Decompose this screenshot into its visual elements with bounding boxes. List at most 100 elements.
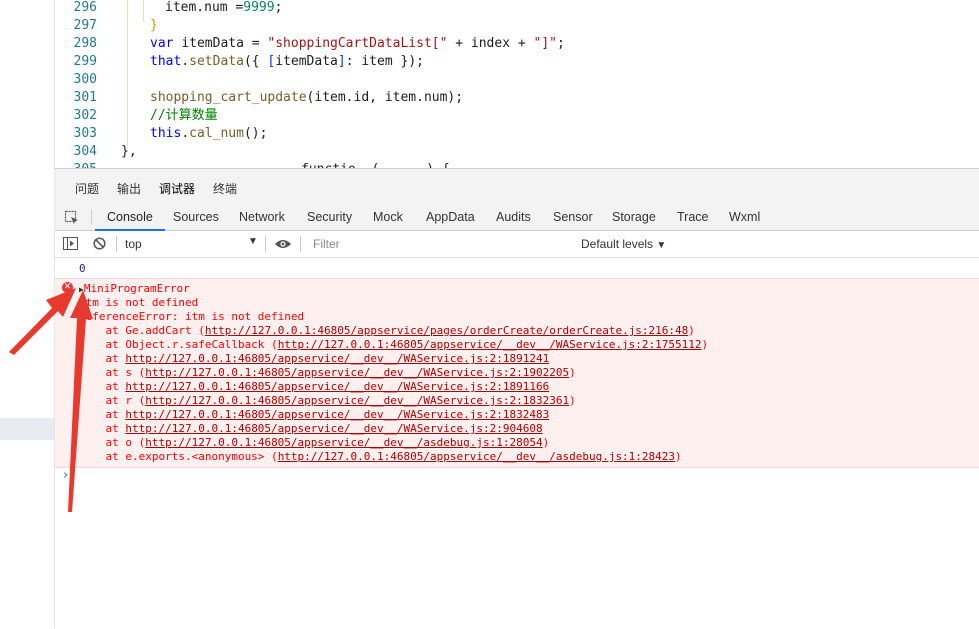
context-dropdown-icon[interactable]: ▼ <box>248 236 258 247</box>
stack-frame-suffix: ) <box>569 394 576 407</box>
stack-frame: at Ge.addCart (http://127.0.0.1:46805/ap… <box>79 324 695 338</box>
error-message: itm is not defined <box>79 296 199 309</box>
stack-frame-link[interactable]: http://127.0.0.1:46805/appservice/__dev_… <box>278 450 675 463</box>
error-title-row[interactable]: ▶MiniProgramError <box>79 282 190 296</box>
filter-divider-3 <box>300 236 301 252</box>
console-result-row: 0 <box>55 258 979 279</box>
tab-storage[interactable]: Storage <box>612 210 656 224</box>
code-token: "shoppingCartDataList[" <box>267 36 448 51</box>
line-number: 296 <box>73 0 97 15</box>
tab-network[interactable]: Network <box>239 210 285 224</box>
stack-frame: at Object.r.safeCallback (http://127.0.0… <box>79 338 708 352</box>
stack-frame-link[interactable]: http://127.0.0.1:46805/appservice/__dev_… <box>125 422 542 435</box>
code-line[interactable]: 296 item.num =9999; <box>55 0 979 17</box>
code-token: (item.id, item.num); <box>306 90 464 105</box>
sidebar-selected-row[interactable] <box>0 418 54 440</box>
sidebar-toggle-icon[interactable] <box>63 237 78 250</box>
tab-debugger[interactable]: 调试器 <box>159 180 196 208</box>
stack-frame-link[interactable]: http://127.0.0.1:46805/appservice/__dev_… <box>145 366 569 379</box>
code-token: }, <box>121 144 137 159</box>
code-line[interactable]: 303 this.cal_num(); <box>55 125 979 143</box>
console-prompt[interactable]: › <box>63 468 68 483</box>
log-levels-label: Default levels <box>581 237 654 251</box>
inspect-element-icon[interactable] <box>64 210 80 226</box>
code-token: ] <box>337 54 346 69</box>
console-filter-bar: top ▼ Default levels ▼ <box>55 231 979 258</box>
stack-frame: at r (http://127.0.0.1:46805/appservice/… <box>79 394 576 408</box>
line-number: 299 <box>73 54 97 69</box>
code-line[interactable]: 301 shopping_cart_update(item.id, item.nu… <box>55 89 979 107</box>
code-token: item.num <box>165 0 236 15</box>
tab-audits[interactable]: Audits <box>496 210 531 224</box>
stack-frame: at http://127.0.0.1:46805/appservice/__d… <box>79 422 542 436</box>
code-token: . <box>181 126 190 141</box>
tab-trace[interactable]: Trace <box>677 210 709 224</box>
code-line[interactable]: 297} <box>55 17 979 35</box>
console-filter-input[interactable] <box>307 234 577 253</box>
stack-frame: at http://127.0.0.1:46805/appservice/__d… <box>79 380 549 394</box>
tab-sensor[interactable]: Sensor <box>553 210 593 224</box>
stack-frame-link[interactable]: http://127.0.0.1:46805/appservice/__dev_… <box>125 352 549 365</box>
code-token: + index + <box>447 36 534 51</box>
code-token: : item }); <box>345 54 424 69</box>
code-text: //计算数量 <box>150 107 218 125</box>
tab-security[interactable]: Security <box>307 210 352 224</box>
code-token: this <box>150 126 182 141</box>
code-text: } <box>150 17 158 35</box>
code-line[interactable]: 298 var itemData = "shoppingCartDataList[… <box>55 35 979 53</box>
tab-problems[interactable]: 问题 <box>75 180 99 197</box>
error-title: MiniProgramError <box>83 282 190 295</box>
code-editor[interactable]: 296 item.num =9999; 297} 298 var itemData = … <box>55 0 979 168</box>
tab-output[interactable]: 输出 <box>117 180 141 197</box>
code-token: 9999 <box>243 0 275 15</box>
code-line[interactable]: 299 that.setData({ [itemData]: item }); <box>55 53 979 71</box>
code-token: setData <box>189 54 244 69</box>
filter-divider-2 <box>265 236 266 252</box>
stack-frame-link[interactable]: http://127.0.0.1:46805/appservice/__dev_… <box>125 380 549 393</box>
tab-wxml[interactable]: Wxml <box>729 210 760 224</box>
tab-sources[interactable]: Sources <box>173 210 219 224</box>
code-token: } <box>150 18 158 33</box>
tab-appdata[interactable]: AppData <box>426 210 475 224</box>
code-token: that <box>150 54 182 69</box>
code-text: }, <box>121 143 137 161</box>
code-line[interactable]: 300 <box>55 71 979 89</box>
line-number: 300 <box>73 72 97 87</box>
context-selector[interactable]: top <box>125 237 142 251</box>
stack-frame: at e.exports.<anonymous> (http://127.0.0… <box>79 450 682 464</box>
tab-console[interactable]: Console <box>95 210 165 231</box>
log-levels-dropdown[interactable]: Default levels ▼ <box>581 237 666 251</box>
stack-frame-link[interactable]: http://127.0.0.1:46805/appservice/__dev_… <box>125 408 549 421</box>
tab-terminal[interactable]: 终端 <box>213 180 237 197</box>
tab-mock[interactable]: Mock <box>373 210 403 224</box>
code-text: var itemData = "shoppingCartDataList[" +… <box>150 35 565 53</box>
clear-console-icon[interactable] <box>93 237 106 250</box>
stack-frame-link[interactable]: http://127.0.0.1:46805/appservice/__dev_… <box>278 338 702 351</box>
code-token: "]" <box>533 36 557 51</box>
error-reference: ReferenceError: itm is not defined <box>79 310 305 323</box>
code-token: ; <box>274 0 283 15</box>
stack-frame-label: at s ( <box>79 366 146 379</box>
code-token: ; <box>557 36 565 51</box>
stack-frame: at o (http://127.0.0.1:46805/appservice/… <box>79 436 549 450</box>
eye-icon[interactable] <box>274 238 292 250</box>
code-text: this.cal_num(); <box>150 125 267 143</box>
stack-frame-label: at Ge.addCart ( <box>79 324 205 337</box>
indent-guide <box>127 0 128 148</box>
stack-frame-label: at r ( <box>79 394 146 407</box>
stack-frame-link[interactable]: http://127.0.0.1:46805/appservice/__dev_… <box>145 394 569 407</box>
code-token: ({ <box>243 54 268 69</box>
error-icon: ✕ <box>62 282 73 293</box>
code-text: ... functio ( ... ) { <box>121 161 450 168</box>
code-line[interactable]: 304}, <box>55 143 979 161</box>
stack-frame-suffix: ) <box>675 450 682 463</box>
stack-frame-link[interactable]: http://127.0.0.1:46805/appservice/__dev_… <box>145 436 542 449</box>
code-token: . <box>181 54 190 69</box>
stack-frame-suffix: ) <box>688 324 695 337</box>
panel-tab-bar: 问题 输出 调试器 终端 <box>55 169 979 208</box>
stack-frame-link[interactable]: http://127.0.0.1:46805/appservice/pages/… <box>205 324 688 337</box>
stack-frame: at s (http://127.0.0.1:46805/appservice/… <box>79 366 575 380</box>
code-line[interactable]: 305 ... functio ( ... ) { <box>55 161 979 168</box>
code-token: (); <box>243 126 268 141</box>
code-line[interactable]: 302 //计算数量 <box>55 107 979 125</box>
